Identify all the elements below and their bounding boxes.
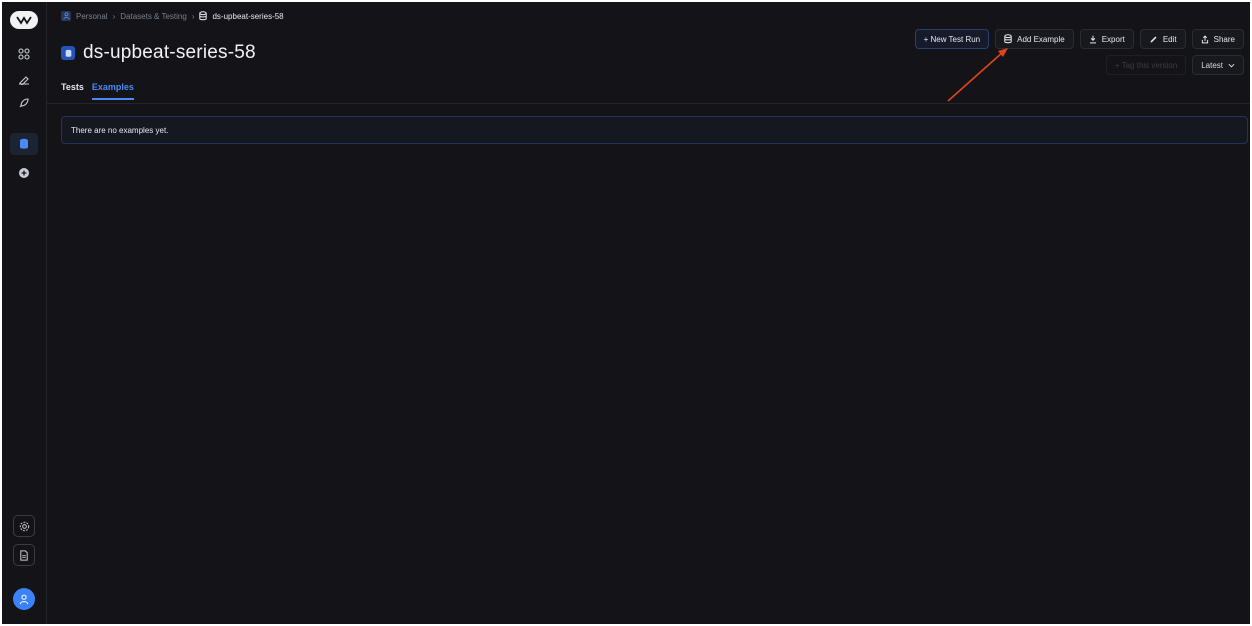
sidebar-item-home[interactable] [10, 43, 38, 65]
database-icon [20, 138, 28, 149]
sidebar-item-datasets[interactable] [10, 133, 38, 155]
rocket-icon [19, 98, 29, 108]
main-content: Personal › Datasets & Testing › ds-upbea… [47, 2, 1250, 624]
empty-state-text: There are no examples yet. [71, 125, 169, 135]
breadcrumb-separator: › [112, 11, 116, 21]
breadcrumb-personal[interactable]: Personal [76, 12, 108, 21]
tab-divider [47, 103, 1250, 104]
logo[interactable] [10, 11, 38, 29]
app-window: Personal › Datasets & Testing › ds-upbea… [2, 2, 1250, 624]
sidebar [2, 2, 47, 624]
version-controls: + Tag this version Latest [1105, 55, 1244, 75]
database-icon [199, 11, 208, 21]
add-example-button[interactable]: Add Example [995, 29, 1074, 49]
sidebar-item-docs[interactable] [13, 544, 35, 566]
breadcrumb-datasets[interactable]: Datasets & Testing [120, 12, 187, 21]
tag-version-button[interactable]: + Tag this version [1105, 55, 1187, 75]
empty-state-message: There are no examples yet. [61, 116, 1248, 144]
version-select[interactable]: Latest [1192, 55, 1244, 75]
plus-circle-icon [19, 168, 29, 178]
export-label: Export [1101, 34, 1125, 44]
dataset-icon [61, 46, 75, 60]
user-avatar[interactable] [13, 588, 35, 610]
tab-bar: Tests Examples [61, 82, 134, 100]
pen-icon [19, 76, 29, 85]
add-example-label: Add Example [1017, 34, 1065, 44]
share-label: Share [1213, 34, 1235, 44]
sidebar-item-settings[interactable] [13, 515, 35, 537]
sidebar-item-playground[interactable] [10, 68, 38, 90]
sidebar-item-deployments[interactable] [10, 92, 38, 114]
breadcrumb-current: ds-upbeat-series-58 [212, 11, 284, 21]
edit-label: Edit [1162, 34, 1177, 44]
page-title: ds-upbeat-series-58 [83, 42, 256, 63]
grid-icon [18, 48, 30, 60]
pencil-icon [1150, 36, 1157, 42]
edit-button[interactable]: Edit [1139, 29, 1186, 49]
chevron-down-icon [1228, 63, 1235, 68]
user-icon [19, 594, 29, 604]
document-icon [20, 549, 28, 561]
tab-tests[interactable]: Tests [61, 82, 84, 100]
user-icon [61, 11, 71, 21]
breadcrumb: Personal › Datasets & Testing › ds-upbea… [61, 8, 284, 24]
sidebar-item-add[interactable] [10, 162, 38, 184]
toolbar: + New Test Run Add Example Export Edit S… [914, 29, 1244, 49]
share-icon [1201, 34, 1208, 43]
breadcrumb-separator: › [191, 11, 195, 21]
logo-icon [16, 16, 32, 25]
tab-examples[interactable]: Examples [91, 82, 134, 100]
share-button[interactable]: Share [1191, 29, 1244, 49]
version-select-value: Latest [1201, 60, 1223, 70]
settings-icon [19, 521, 29, 531]
download-icon [1089, 35, 1096, 43]
page-header: ds-upbeat-series-58 [61, 42, 256, 64]
new-test-run-button[interactable]: + New Test Run [914, 29, 990, 49]
export-button[interactable]: Export [1079, 29, 1134, 49]
database-icon [1004, 34, 1012, 44]
